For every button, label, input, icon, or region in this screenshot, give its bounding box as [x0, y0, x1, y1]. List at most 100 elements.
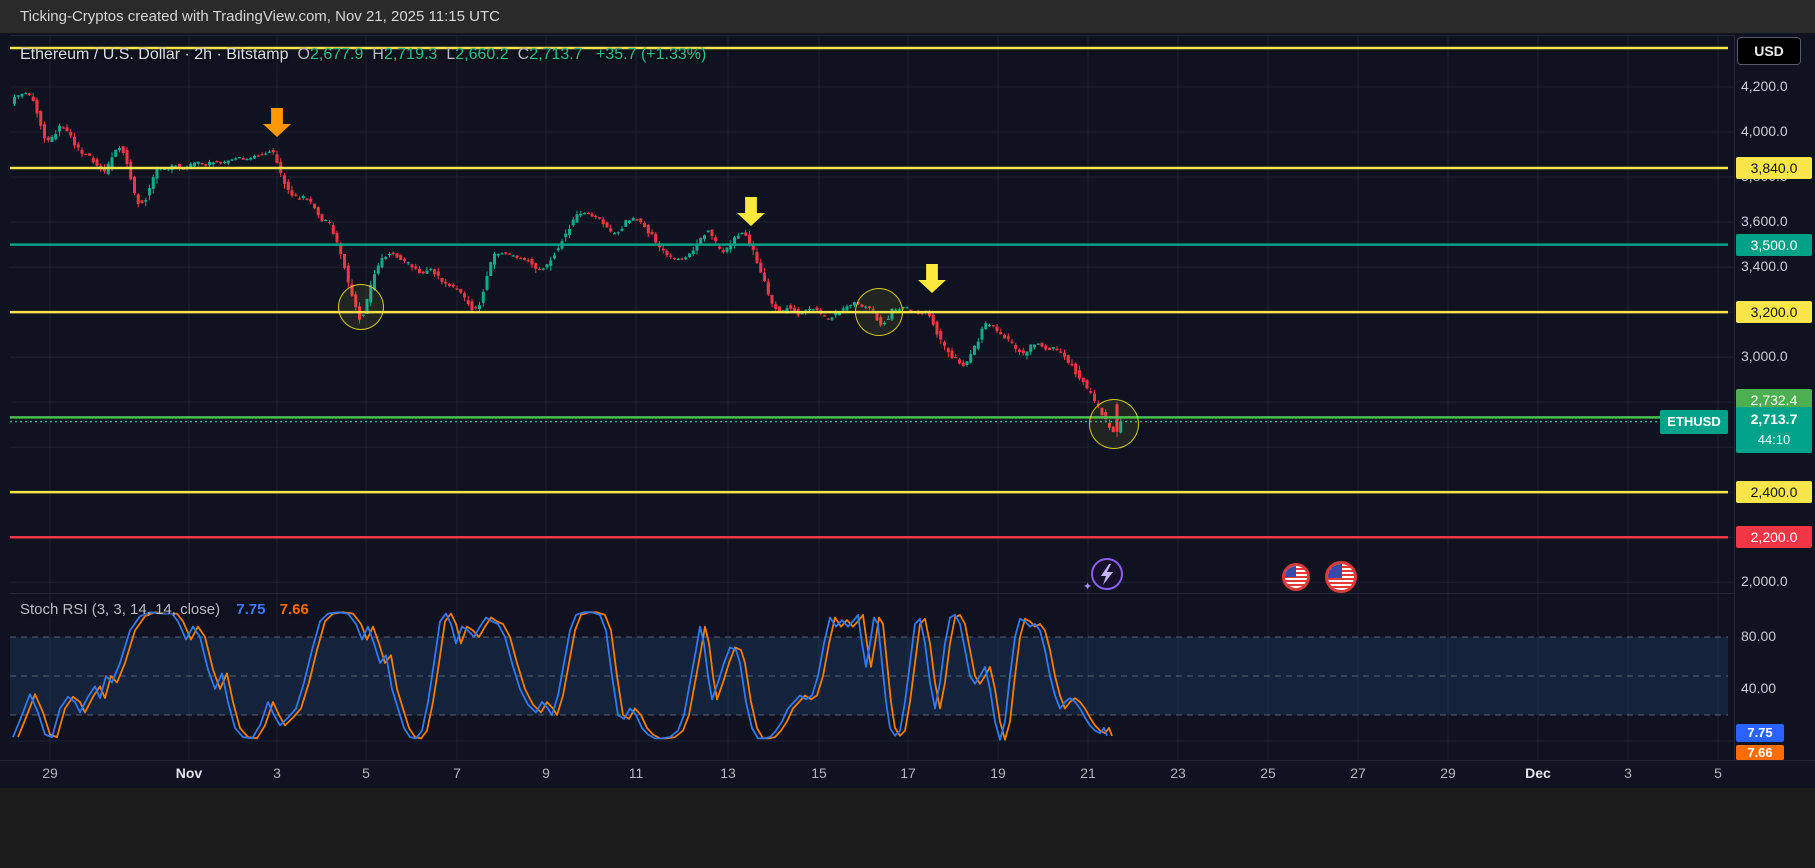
candle[interactable]: [808, 309, 811, 310]
candle[interactable]: [212, 162, 215, 164]
candle[interactable]: [81, 150, 84, 154]
candle[interactable]: [508, 253, 511, 254]
candle[interactable]: [444, 282, 447, 284]
candle[interactable]: [909, 310, 912, 311]
candle[interactable]: [711, 230, 714, 236]
candle[interactable]: [519, 258, 522, 259]
candle[interactable]: [482, 292, 485, 303]
candle[interactable]: [478, 305, 481, 309]
candle[interactable]: [197, 162, 200, 164]
candle[interactable]: [1086, 380, 1089, 389]
candle[interactable]: [951, 351, 954, 359]
candle[interactable]: [977, 342, 980, 349]
candle[interactable]: [992, 325, 995, 326]
candle[interactable]: [756, 252, 759, 263]
candle[interactable]: [1007, 336, 1010, 338]
candle[interactable]: [92, 158, 95, 163]
candle[interactable]: [39, 111, 42, 126]
candle[interactable]: [216, 161, 219, 162]
candle[interactable]: [583, 213, 586, 214]
candle[interactable]: [1018, 349, 1021, 352]
candle[interactable]: [43, 124, 46, 138]
highlight-circle[interactable]: [1089, 399, 1139, 449]
candle[interactable]: [733, 237, 736, 243]
candle[interactable]: [69, 132, 72, 136]
candle[interactable]: [954, 357, 957, 358]
candle[interactable]: [403, 259, 406, 261]
candle[interactable]: [321, 214, 324, 221]
candle[interactable]: [242, 158, 245, 160]
candle[interactable]: [613, 233, 616, 234]
candle[interactable]: [219, 162, 222, 164]
candle[interactable]: [816, 308, 819, 311]
candle[interactable]: [264, 153, 267, 154]
candle[interactable]: [673, 258, 676, 259]
candle[interactable]: [51, 137, 54, 142]
candle[interactable]: [628, 220, 631, 223]
candle[interactable]: [73, 137, 76, 145]
candle[interactable]: [1082, 378, 1085, 382]
candle[interactable]: [283, 175, 286, 184]
candle[interactable]: [1041, 343, 1044, 347]
candle[interactable]: [943, 342, 946, 346]
candle[interactable]: [722, 250, 725, 252]
candle[interactable]: [527, 260, 530, 261]
candle[interactable]: [572, 220, 575, 226]
candle[interactable]: [118, 148, 121, 150]
stoch-rsi-title[interactable]: Stoch RSI (3, 3, 14, 14, close): [20, 601, 220, 618]
candle[interactable]: [737, 236, 740, 239]
us-flag-badge-1[interactable]: [1282, 563, 1310, 591]
candle[interactable]: [223, 162, 226, 163]
candle[interactable]: [422, 272, 425, 274]
candle[interactable]: [441, 278, 444, 282]
candle[interactable]: [617, 232, 620, 233]
candle[interactable]: [846, 306, 849, 310]
highlight-circle[interactable]: [338, 284, 384, 330]
candle[interactable]: [1026, 352, 1029, 356]
candle[interactable]: [261, 154, 264, 155]
candle[interactable]: [598, 217, 601, 218]
candle[interactable]: [538, 269, 541, 270]
candle[interactable]: [1067, 355, 1070, 363]
candle[interactable]: [564, 234, 567, 238]
candle[interactable]: [497, 254, 500, 256]
candle[interactable]: [238, 157, 241, 158]
candle[interactable]: [553, 255, 556, 258]
candle[interactable]: [771, 295, 774, 304]
candle[interactable]: [666, 251, 669, 255]
candle[interactable]: [208, 162, 211, 165]
candle[interactable]: [576, 214, 579, 222]
candle[interactable]: [1029, 345, 1032, 352]
candle[interactable]: [973, 346, 976, 355]
candle[interactable]: [437, 271, 440, 275]
candle[interactable]: [1093, 394, 1096, 401]
candle[interactable]: [448, 284, 451, 286]
candle[interactable]: [433, 269, 436, 274]
candle[interactable]: [336, 233, 339, 242]
symbol-title[interactable]: Ethereum / U.S. Dollar · 2h · Bitstamp: [20, 46, 289, 63]
candle[interactable]: [752, 245, 755, 250]
candle[interactable]: [812, 309, 815, 310]
candle[interactable]: [486, 276, 489, 290]
candle[interactable]: [591, 214, 594, 216]
candle[interactable]: [392, 253, 395, 254]
candle[interactable]: [257, 155, 260, 156]
candle[interactable]: [21, 94, 24, 97]
candle[interactable]: [141, 200, 144, 203]
candle[interactable]: [523, 258, 526, 260]
candle[interactable]: [54, 134, 57, 139]
candle[interactable]: [962, 363, 965, 366]
candle[interactable]: [936, 322, 939, 335]
candle[interactable]: [999, 332, 1002, 334]
candle[interactable]: [1022, 350, 1025, 353]
candle[interactable]: [201, 163, 204, 164]
candle[interactable]: [129, 162, 132, 179]
candle[interactable]: [531, 259, 534, 265]
candle[interactable]: [306, 199, 309, 200]
candle[interactable]: [636, 219, 639, 220]
candle[interactable]: [501, 253, 504, 254]
candle[interactable]: [504, 252, 507, 253]
candle[interactable]: [606, 222, 609, 227]
candle[interactable]: [411, 264, 414, 267]
candle[interactable]: [268, 152, 271, 153]
